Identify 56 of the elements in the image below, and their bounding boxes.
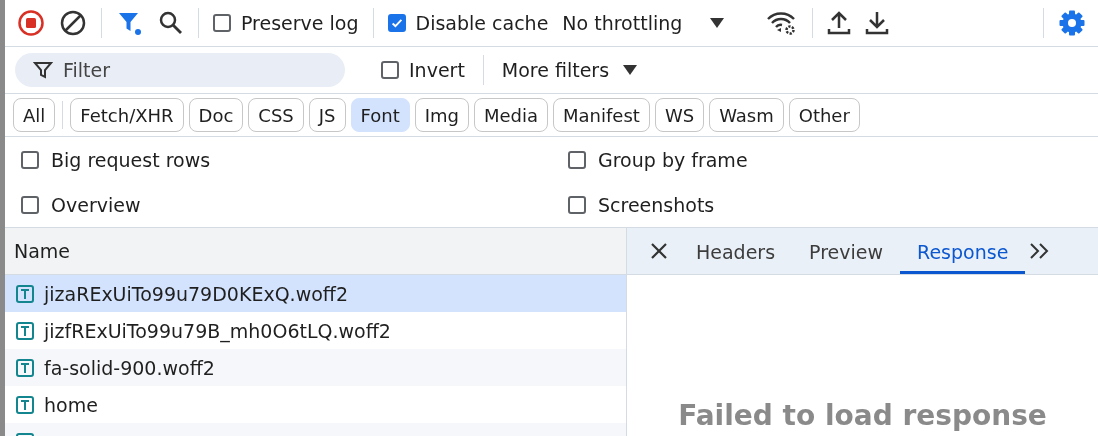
checkbox[interactable] xyxy=(568,150,586,169)
type-filter-chip[interactable]: JS xyxy=(308,98,346,132)
font-file-icon xyxy=(16,358,34,377)
checkmark-icon xyxy=(389,16,404,30)
more-filters-dropdown[interactable]: More filters xyxy=(501,59,638,81)
clear-icon[interactable] xyxy=(59,9,87,37)
checkbox[interactable] xyxy=(387,14,406,32)
request-row[interactable]: jizfRExUiTo99u79B_mh0O6tLQ.woff2 xyxy=(5,312,626,349)
type-filter-chip[interactable]: Fetch/XHR xyxy=(70,98,184,132)
column-header[interactable]: Name xyxy=(5,228,626,275)
type-filter-chip[interactable]: Other xyxy=(788,98,860,132)
font-file-icon xyxy=(16,284,34,303)
record-button[interactable] xyxy=(17,9,45,37)
request-name: fa-solid-900.woff2 xyxy=(44,356,215,379)
type-filter-chip[interactable]: Wasm xyxy=(709,98,784,132)
details-tab[interactable]: Preview xyxy=(792,228,901,274)
details-tab[interactable]: Response xyxy=(900,228,1026,274)
filter-icon xyxy=(33,60,53,80)
request-row[interactable]: home xyxy=(5,386,626,423)
type-filter-chip[interactable]: Doc xyxy=(188,98,244,132)
type-filter-chip[interactable]: Font xyxy=(350,98,410,132)
type-filter-chip[interactable]: WS xyxy=(654,98,705,132)
search-icon[interactable] xyxy=(158,10,184,36)
checkbox-label: Preserve log xyxy=(241,12,359,34)
error-message: Failed to load response xyxy=(677,398,1048,432)
checkbox-label: Screenshots xyxy=(598,193,715,216)
caret-icon xyxy=(710,18,725,28)
font-file-icon xyxy=(16,321,34,340)
settings-icon[interactable] xyxy=(1058,9,1086,37)
checkbox-label: Overview xyxy=(51,193,141,216)
caret-icon xyxy=(623,65,638,75)
request-name: home xyxy=(44,393,98,416)
request-row[interactable]: fa-solid-900.woff2 xyxy=(5,349,626,386)
download-icon[interactable] xyxy=(865,10,890,36)
type-filter-chip[interactable]: Manifest xyxy=(553,98,650,132)
checkbox-label: Big request rows xyxy=(51,148,211,171)
checkbox[interactable] xyxy=(21,150,39,169)
throttling-dropdown[interactable]: No throttling xyxy=(562,12,725,34)
checkbox[interactable] xyxy=(21,195,39,214)
filter-field[interactable]: Filter xyxy=(15,53,345,87)
checkbox-label: Group by frame xyxy=(598,148,748,171)
type-filter-chip[interactable]: CSS xyxy=(248,98,304,132)
checkbox[interactable] xyxy=(568,195,586,214)
type-filter-chip[interactable]: Img xyxy=(414,98,469,132)
request-name: jizaRExUiTo99u79D0KExQ.woff2 xyxy=(44,282,348,305)
font-file-icon xyxy=(16,395,34,414)
checkbox-label: Disable cache xyxy=(415,12,549,34)
upload-icon[interactable] xyxy=(827,10,852,36)
request-name: jizfRExUiTo99u79B_mh0O6tLQ.woff2 xyxy=(44,319,391,342)
checkbox[interactable] xyxy=(381,61,399,79)
type-filter-chip[interactable]: All xyxy=(13,98,56,132)
checkbox-label: Invert xyxy=(409,59,465,81)
details-tab[interactable]: Headers xyxy=(679,228,793,274)
checkbox[interactable] xyxy=(213,14,231,32)
type-filter-chip[interactable]: Media xyxy=(474,98,549,132)
request-row[interactable]: jizaRExUiTo99u79D0KExQ.woff2 xyxy=(5,275,626,312)
